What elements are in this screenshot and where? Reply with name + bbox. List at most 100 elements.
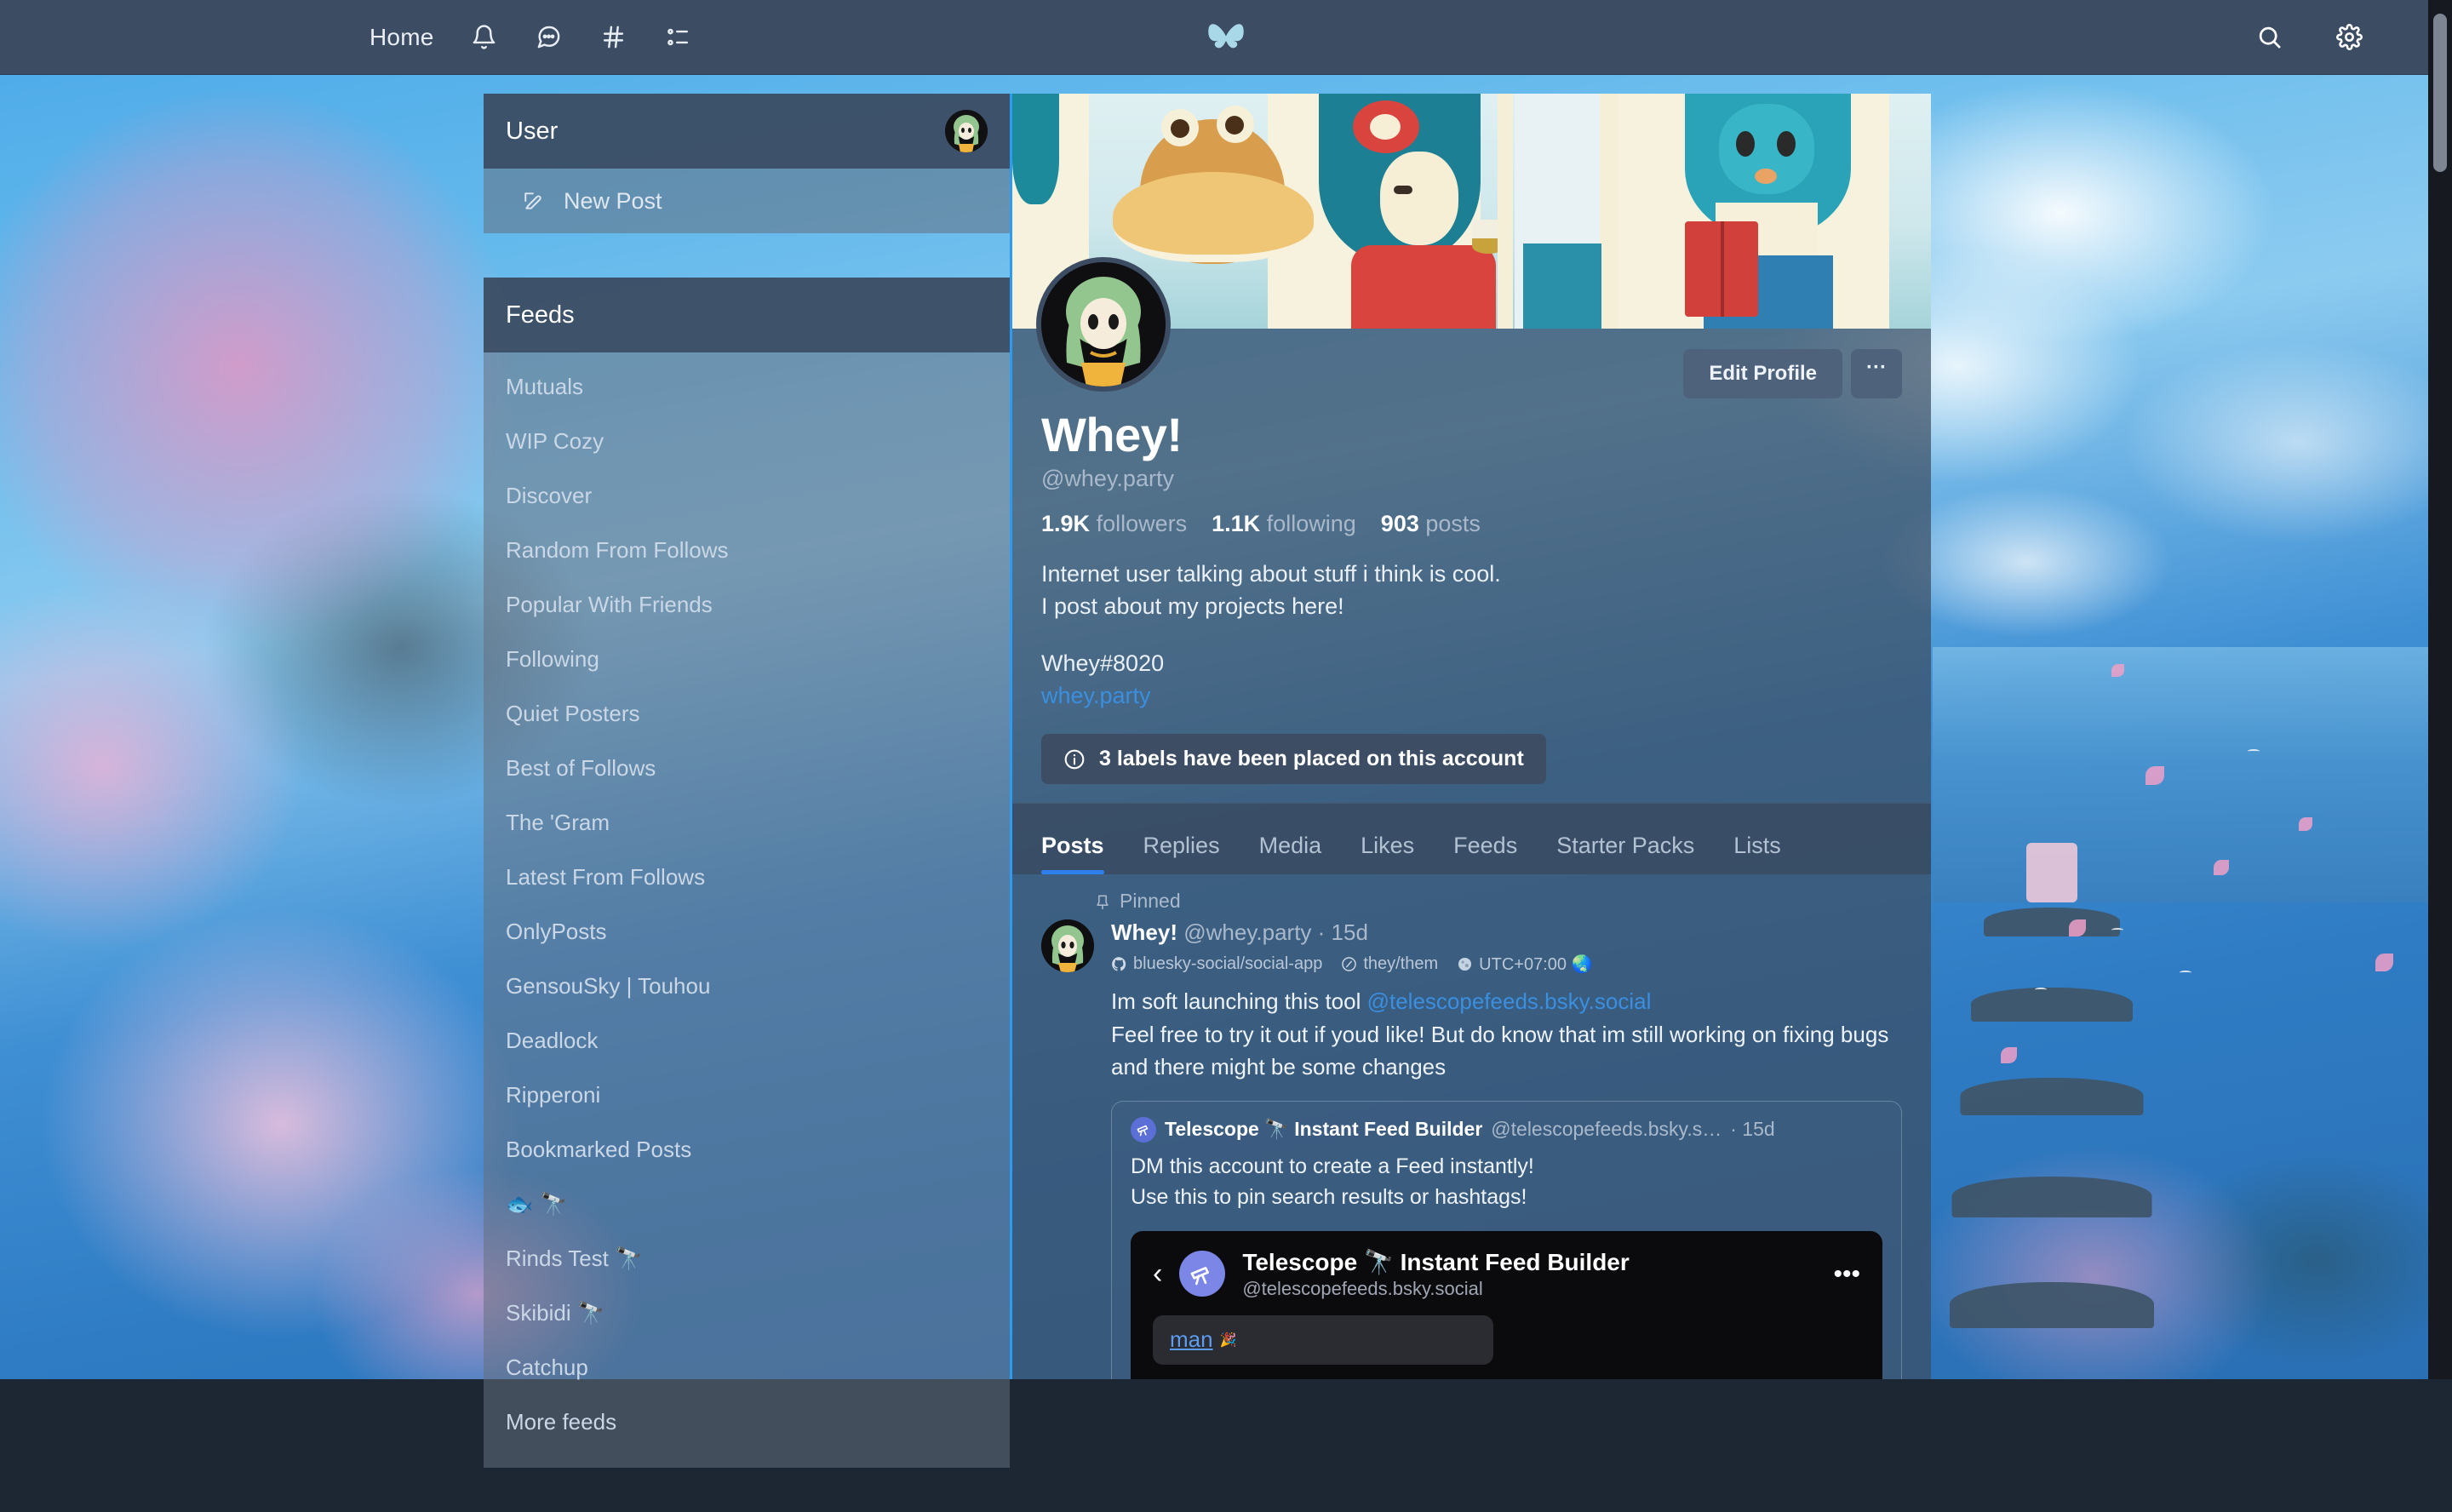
feed-list-item[interactable]: The 'Gram [484, 795, 1010, 850]
post-body-line-2: Feel free to try it out if youd like! Bu… [1111, 1018, 1902, 1084]
lists-icon[interactable] [661, 20, 696, 55]
profile-more-button[interactable]: ··· [1851, 349, 1902, 398]
tab-starter-packs[interactable]: Starter Packs [1556, 833, 1694, 874]
page-title: Whey! [1041, 407, 1902, 462]
petal [2111, 664, 2124, 677]
feed-list-item[interactable]: Best of Follows [484, 741, 1010, 795]
bio-website-link[interactable]: whey.party [1041, 679, 1902, 712]
posts-count: 903 [1381, 511, 1419, 536]
petal [2069, 919, 2086, 936]
bluesky-butterfly-logo[interactable] [1206, 20, 1246, 54]
embedded-dm-menu-icon[interactable]: ••• [1833, 1268, 1860, 1280]
feeds-panel-header: Feeds [484, 278, 1010, 352]
bio-spacer [1041, 623, 1902, 647]
new-post-button[interactable]: New Post [484, 169, 1010, 233]
top-navigation-bar: Home [0, 0, 2452, 75]
profile-main-column: Edit Profile ··· Whey! @whey.party 1.9K … [1010, 94, 1931, 1379]
badge-pronouns[interactable]: they/them [1341, 954, 1438, 974]
post-author-line: Whey! @whey.party · 15d [1111, 919, 1902, 946]
pronouns-icon [1341, 956, 1357, 972]
feed-list-item[interactable]: OnlyPosts [484, 904, 1010, 959]
embedded-dm-message-link[interactable]: man [1170, 1326, 1213, 1353]
status-badge[interactable]: 3 labels have been placed on this accoun… [1041, 734, 1546, 784]
post-author-handle[interactable]: @whey.party [1183, 919, 1311, 945]
new-post-label: New Post [564, 188, 662, 215]
feed-list-item[interactable]: Ripperoni [484, 1068, 1010, 1122]
badge-timezone[interactable]: UTC+07:00 🌏 [1457, 954, 1592, 975]
profile-tabs: Posts Replies Media Likes Feeds Starter Packs… [1012, 803, 1931, 874]
post-mention[interactable]: @telescopefeeds.bsky.social [1367, 988, 1652, 1014]
following-label[interactable]: following [1267, 511, 1356, 536]
quoted-post-card[interactable]: Telescope 🔭 Instant Feed Builder @telesc… [1111, 1101, 1902, 1379]
feeds-list: MutualsWIP CozyDiscoverRandom From Follo… [484, 352, 1010, 1468]
feed-list-item[interactable]: GensouSky | Touhou [484, 959, 1010, 1013]
party-popper-icon: 🎉 [1220, 1332, 1237, 1349]
followers-label[interactable]: followers [1097, 511, 1188, 536]
feed-list-item[interactable]: Skibidi 🔭 [484, 1286, 1010, 1340]
edit-profile-button[interactable]: Edit Profile [1683, 349, 1842, 398]
tab-likes[interactable]: Likes [1361, 833, 1414, 874]
badge-repo[interactable]: bluesky-social/social-app [1111, 954, 1322, 974]
feed-list-item[interactable]: Random From Follows [484, 523, 1010, 577]
feed-list-item[interactable]: WIP Cozy [484, 414, 1010, 468]
user-panel-header: User [484, 94, 1010, 169]
post-timestamp: · 15d [1318, 919, 1368, 945]
telescope-icon [1136, 1121, 1152, 1137]
feed-list-item[interactable]: Following [484, 632, 1010, 686]
bio-line-1: Internet user talking about stuff i thin… [1041, 558, 1902, 590]
chat-icon[interactable] [531, 20, 567, 55]
avatar[interactable] [945, 110, 988, 152]
scrollbar-thumb[interactable] [2433, 14, 2447, 172]
sidebar: User New Post [484, 94, 1010, 1512]
post-author-avatar[interactable] [1041, 919, 1094, 972]
tab-feeds[interactable]: Feeds [1453, 833, 1517, 874]
feed-list-item[interactable]: Latest From Follows [484, 850, 1010, 904]
feed-list-item[interactable]: Catchup [484, 1340, 1010, 1395]
petal [2299, 817, 2312, 831]
feed-list-item[interactable]: Deadlock [484, 1013, 1010, 1068]
profile-avatar[interactable] [1036, 257, 1171, 392]
petal [2375, 954, 2393, 971]
bird [2035, 988, 2047, 992]
post-body-line-1: Im soft launching this tool @telescopefe… [1111, 985, 1902, 1017]
quoted-post-name: Telescope 🔭 Instant Feed Builder [1165, 1118, 1482, 1141]
page-scrollbar[interactable] [2428, 0, 2452, 1379]
feed-list-item[interactable]: Quiet Posters [484, 686, 1010, 741]
tab-lists[interactable]: Lists [1733, 833, 1781, 874]
tab-replies[interactable]: Replies [1143, 833, 1220, 874]
pinned-label: Pinned [1120, 890, 1181, 913]
badge-repo-text: bluesky-social/social-app [1133, 954, 1322, 974]
bell-icon[interactable] [467, 20, 502, 55]
embedded-dm-identity: Telescope 🔭 Instant Feed Builder @telesc… [1242, 1248, 1629, 1300]
feed-list-item[interactable]: 🐟 🔭 [484, 1177, 1010, 1231]
feed-list-item[interactable]: More feeds [484, 1395, 1010, 1449]
gear-icon[interactable] [2331, 20, 2367, 55]
quoted-post-timestamp: · 15d [1730, 1118, 1774, 1141]
post-author-badges: bluesky-social/social-app they/them [1111, 954, 1902, 975]
feed-list-item[interactable]: Mutuals [484, 359, 1010, 414]
hashtag-icon[interactable] [596, 20, 632, 55]
bird [2248, 749, 2260, 753]
nav-home-link[interactable]: Home [366, 19, 438, 56]
telescope-avatar [1131, 1117, 1156, 1143]
following-count[interactable]: 1.1K [1212, 511, 1260, 536]
info-icon [1063, 748, 1086, 770]
posts-label: posts [1425, 511, 1481, 536]
telescope-icon [1189, 1260, 1216, 1287]
followers-count[interactable]: 1.9K [1041, 511, 1090, 536]
embedded-screenshot-image[interactable]: ‹ Telescope 🔭 Instant Feed Builder @tele… [1131, 1231, 1882, 1379]
feed-list-item[interactable]: Popular With Friends [484, 577, 1010, 632]
post-author-name[interactable]: Whey! [1111, 919, 1177, 945]
search-icon[interactable] [2251, 20, 2287, 55]
feed-list-item[interactable]: Rinds Test 🔭 [484, 1231, 1010, 1286]
tab-posts[interactable]: Posts [1041, 833, 1104, 874]
feed-list-item[interactable]: Bookmarked Posts [484, 1122, 1010, 1177]
profile-info-area: Edit Profile ··· Whey! @whey.party 1.9K … [1012, 329, 1931, 803]
compose-pencil-icon [523, 190, 545, 212]
github-icon [1111, 956, 1127, 972]
embedded-dm-message-bubble: man 🎉 [1153, 1315, 1493, 1365]
back-chevron-icon[interactable]: ‹ [1153, 1259, 1162, 1288]
petal [2146, 766, 2164, 785]
tab-media[interactable]: Media [1259, 833, 1322, 874]
feed-list-item[interactable]: Discover [484, 468, 1010, 523]
